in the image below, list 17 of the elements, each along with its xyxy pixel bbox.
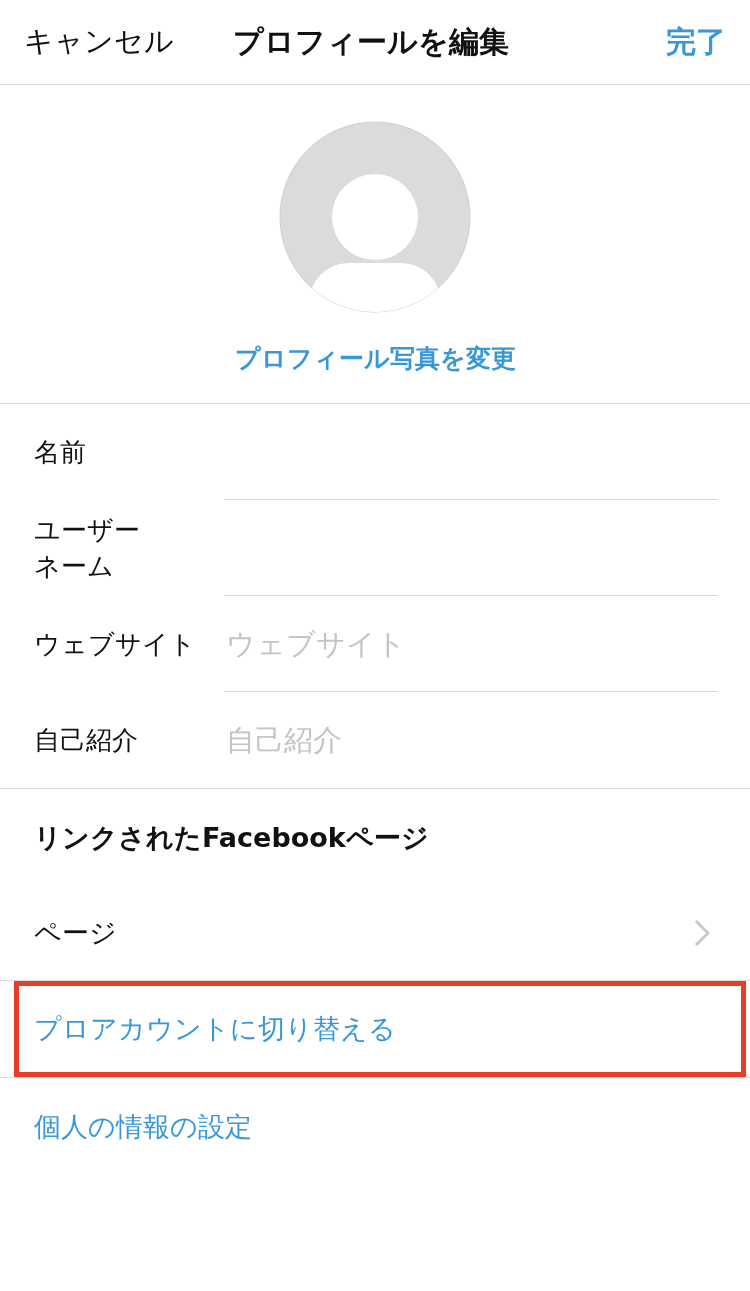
change-photo-link[interactable]: プロフィール写真を変更	[228, 341, 522, 376]
field-label: 名前	[34, 435, 86, 469]
screen-title: プロフィールを編集	[233, 22, 509, 61]
field-label: ユーザー	[34, 513, 140, 547]
done-button[interactable]: 完了	[666, 21, 726, 63]
field-label: ネーム	[34, 550, 114, 583]
avatar-icon[interactable]	[279, 121, 471, 313]
chevron-icon	[694, 918, 710, 947]
field-label: ウェブサイト	[34, 627, 196, 661]
row-label: ページ	[34, 915, 117, 950]
input-field[interactable]: ウェブサイト	[224, 596, 718, 691]
settings-link[interactable]: 個人の情報の設定	[34, 1108, 252, 1145]
section-heading: リンクされたFacebookページ	[33, 821, 430, 855]
field-label: 自己紹介	[34, 723, 138, 757]
settings-link[interactable]: プロアカウントに切り替える	[34, 1011, 396, 1047]
cancel-button[interactable]: キャンセル	[24, 22, 174, 62]
input-field[interactable]: 自己紹介	[224, 692, 718, 788]
